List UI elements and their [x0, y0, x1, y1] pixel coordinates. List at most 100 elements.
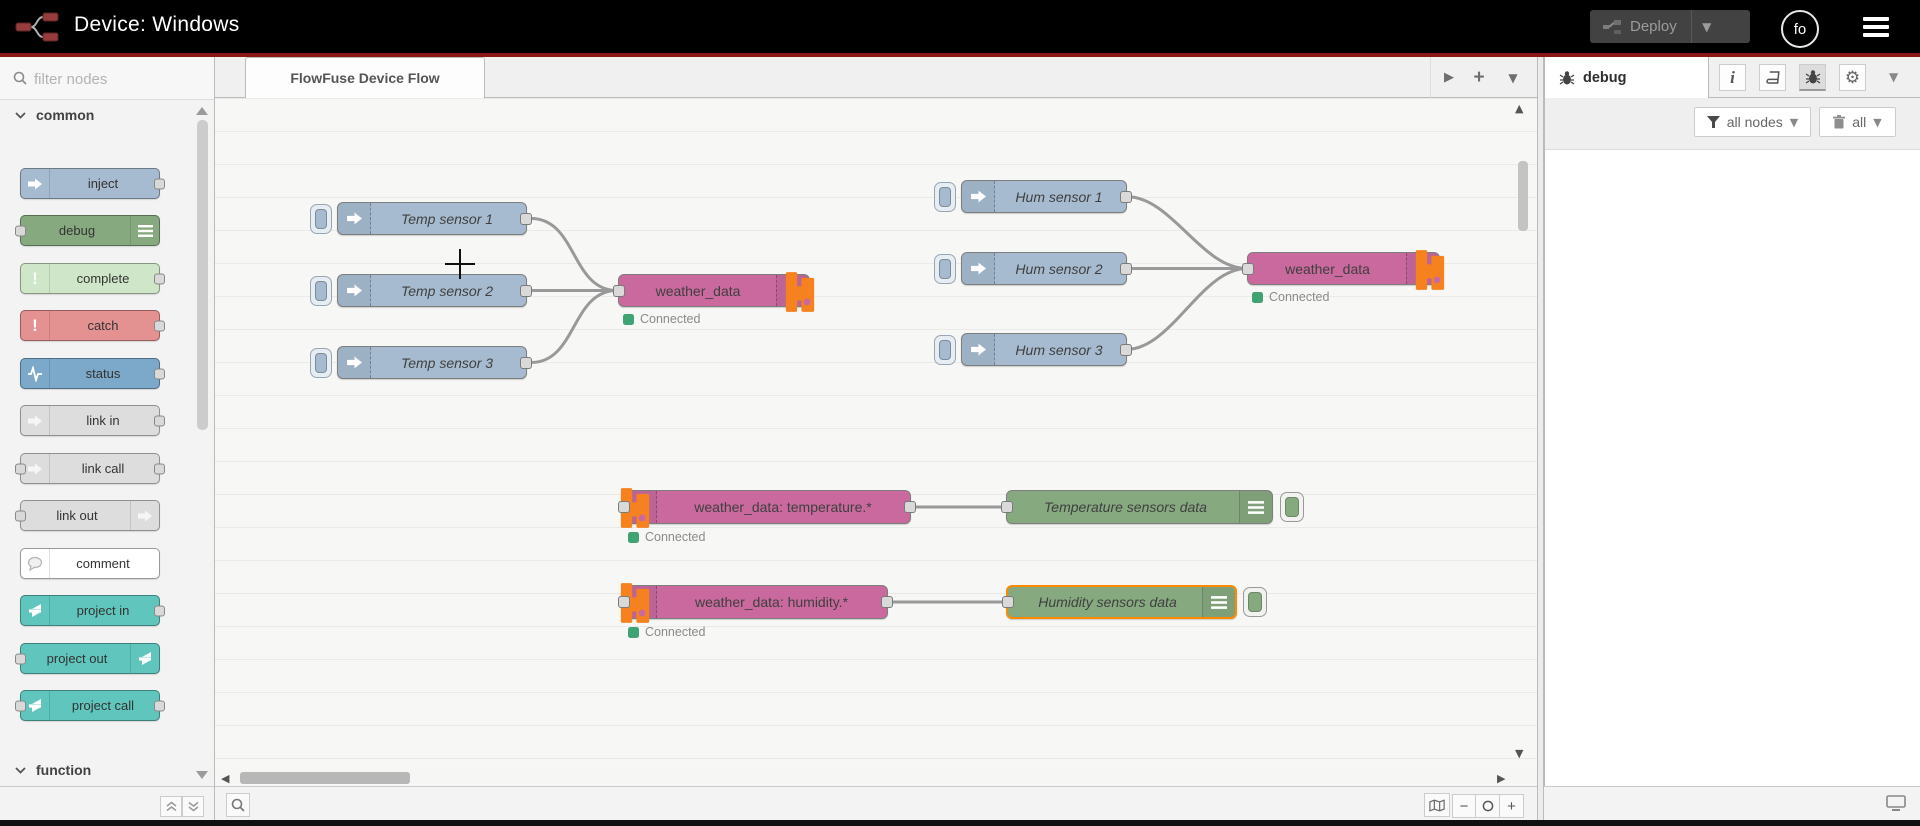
output-port[interactable]	[904, 501, 916, 513]
debug-message-list[interactable]	[1545, 150, 1920, 786]
input-port[interactable]	[1002, 596, 1014, 608]
zoom-out-button[interactable]: −	[1452, 794, 1476, 818]
inject-button[interactable]	[934, 253, 956, 284]
flow-node-weather-data-temperature[interactable]: weather_data: temperature.*	[618, 488, 916, 528]
palette-expand-all-button[interactable]	[182, 796, 204, 817]
inject-button[interactable]	[934, 334, 956, 365]
input-port[interactable]	[1242, 262, 1254, 275]
palette-node-complete[interactable]: ! complete	[20, 263, 165, 294]
inject-button[interactable]	[310, 203, 332, 234]
deploy-button[interactable]: Deploy ▼	[1590, 10, 1750, 43]
flow-node-weather-data-humidity[interactable]: weather_data: humidity.*	[618, 583, 893, 623]
palette-node-link-call[interactable]: link call	[15, 453, 165, 484]
palette-node-project-out[interactable]: project out	[15, 643, 160, 674]
tab-debug[interactable]: debug	[1545, 57, 1709, 98]
output-port[interactable]	[1120, 343, 1132, 356]
debug-filter-button[interactable]: all nodes ▼	[1694, 107, 1811, 137]
output-port[interactable]	[520, 284, 532, 297]
sidebar-divider[interactable]	[1537, 57, 1544, 820]
output-port[interactable]	[520, 356, 532, 369]
debug-toggle-button[interactable]	[1280, 492, 1304, 522]
canvas-scroll-up-arrow[interactable]: ▲	[1515, 103, 1523, 114]
palette-search-box[interactable]	[0, 57, 214, 100]
input-port[interactable]	[15, 463, 26, 474]
canvas-scroll-right-arrow[interactable]: ▶	[1497, 773, 1505, 784]
output-port[interactable]	[520, 212, 532, 225]
flow-node-weather-data-right[interactable]: weather_data	[1242, 250, 1445, 290]
flow-node-humidity-sensors-data[interactable]: Humidity sensors data	[1002, 585, 1267, 619]
canvas-scroll-left-arrow[interactable]: ◀	[221, 773, 229, 784]
input-port[interactable]	[15, 225, 26, 236]
palette-scrollbar-up-arrow[interactable]	[196, 107, 208, 115]
palette-category-function[interactable]: function	[0, 757, 196, 783]
output-port[interactable]	[154, 415, 165, 426]
flow-node-temp-sensor-3[interactable]: Temp sensor 3	[310, 346, 532, 379]
inject-button[interactable]	[310, 347, 332, 378]
debug-popout-button[interactable]	[1886, 795, 1906, 817]
debug-toggle-button[interactable]	[1243, 587, 1267, 617]
output-port[interactable]	[154, 700, 165, 711]
flow-canvas[interactable]: Temp sensor 1 Temp sensor 2 Temp sensor …	[215, 98, 1537, 770]
canvas-search-button[interactable]	[226, 793, 250, 817]
debug-messages-button[interactable]	[1799, 64, 1826, 91]
input-port[interactable]	[613, 284, 625, 297]
inject-button[interactable]	[934, 181, 956, 212]
user-avatar[interactable]: fo	[1781, 10, 1819, 48]
canvas-vscrollbar-thumb[interactable]	[1518, 161, 1528, 231]
palette-node-project-call[interactable]: project call	[15, 690, 165, 721]
palette-node-comment[interactable]: comment	[20, 548, 160, 579]
palette-collapse-all-button[interactable]	[160, 796, 182, 817]
output-port[interactable]	[1120, 190, 1132, 203]
input-port[interactable]	[15, 700, 26, 711]
output-port[interactable]	[154, 463, 165, 474]
input-port[interactable]	[15, 653, 26, 664]
output-port[interactable]	[154, 368, 165, 379]
palette-node-link-out[interactable]: link out	[15, 500, 160, 531]
palette-node-inject[interactable]: inject	[20, 168, 165, 199]
info-button[interactable]: i	[1719, 64, 1746, 91]
flow-list-caret-icon[interactable]: ▼	[1501, 57, 1525, 98]
palette-divider[interactable]	[214, 57, 215, 820]
palette-category-common[interactable]: common	[0, 102, 196, 128]
palette-filter-input[interactable]	[32, 64, 206, 94]
flow-node-hum-sensor-3[interactable]: Hum sensor 3	[934, 333, 1132, 366]
canvas-hscrollbar-thumb[interactable]	[240, 772, 410, 784]
flow-node-temperature-sensors-data[interactable]: Temperature sensors data	[1001, 490, 1304, 524]
flow-tab[interactable]: FlowFuse Device Flow	[245, 57, 485, 98]
palette-node-link-in[interactable]: link in	[20, 405, 165, 436]
input-port[interactable]	[15, 510, 26, 521]
main-menu-button[interactable]	[1863, 17, 1889, 37]
zoom-reset-button[interactable]	[1476, 794, 1500, 818]
settings-button[interactable]: ⚙	[1839, 64, 1866, 91]
input-port[interactable]	[618, 501, 630, 513]
flow-node-hum-sensor-2[interactable]: Hum sensor 2	[934, 252, 1132, 285]
flow-node-hum-sensor-1[interactable]: Hum sensor 1	[934, 180, 1132, 213]
input-port[interactable]	[1001, 501, 1013, 513]
input-port[interactable]	[618, 596, 630, 608]
workspace-play-icon[interactable]: ▶	[1437, 57, 1461, 98]
palette-node-catch[interactable]: ! catch	[20, 310, 165, 341]
help-book-button[interactable]	[1759, 64, 1786, 91]
output-port[interactable]	[154, 273, 165, 284]
output-port[interactable]	[1120, 262, 1132, 275]
debug-clear-button[interactable]: all ▼	[1819, 107, 1896, 137]
add-flow-button[interactable]: +	[1465, 57, 1493, 98]
palette-scrollbar-down-arrow[interactable]	[196, 771, 208, 779]
output-port[interactable]	[154, 605, 165, 616]
palette-node-debug[interactable]: debug	[15, 215, 160, 246]
flow-node-temp-sensor-1[interactable]: Temp sensor 1	[310, 202, 532, 235]
output-port[interactable]	[154, 320, 165, 331]
output-port[interactable]	[881, 596, 893, 608]
canvas-scroll-down-arrow[interactable]: ▼	[1515, 748, 1523, 759]
navigator-button[interactable]	[1424, 793, 1450, 817]
palette-node-project-in[interactable]: project in	[20, 595, 165, 626]
flow-node-temp-sensor-2[interactable]: Temp sensor 2	[310, 274, 532, 307]
flow-node-weather-data-left[interactable]: weather_data	[613, 272, 815, 312]
inject-button[interactable]	[310, 275, 332, 306]
canvas-hscrollbar[interactable]: ◀ ▶	[215, 770, 1537, 786]
palette-scrollbar-thumb[interactable]	[197, 120, 208, 430]
deploy-dropdown-caret[interactable]: ▼	[1692, 20, 1722, 34]
zoom-in-button[interactable]: +	[1500, 794, 1524, 818]
output-port[interactable]	[154, 178, 165, 189]
sidebar-menu-caret-icon[interactable]: ▼	[1889, 70, 1898, 84]
